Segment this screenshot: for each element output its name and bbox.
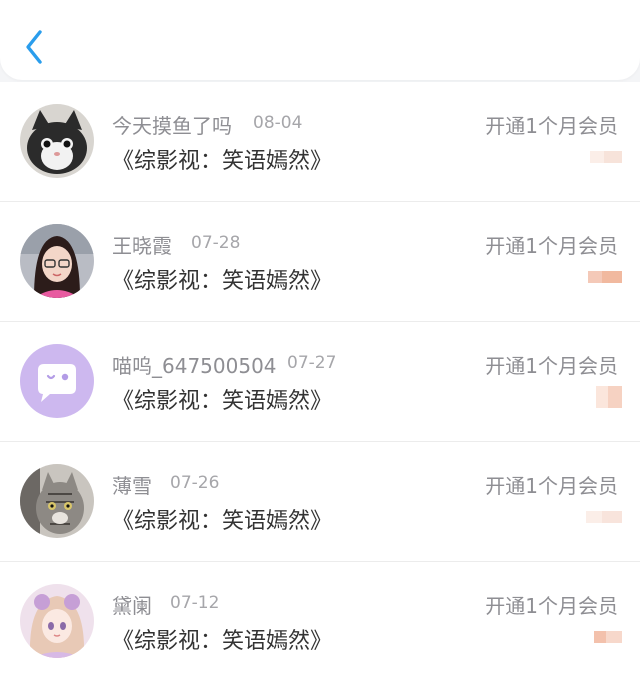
back-button[interactable] <box>14 24 54 68</box>
redacted-amount <box>582 628 622 646</box>
tabby-cat-avatar-icon[interactable] <box>20 464 94 538</box>
chevron-left-icon <box>26 30 42 64</box>
top-bar <box>0 0 640 80</box>
list-item[interactable]: 黛阑 07-12 《综影视：笑语嫣然》 开通1个月会员 <box>0 561 640 681</box>
record-date: 07-27 <box>287 353 337 373</box>
redacted-amount <box>582 148 622 166</box>
default-chat-bubble-avatar-icon[interactable] <box>20 344 94 418</box>
membership-action: 开通1个月会员 <box>485 594 618 618</box>
record-date: 07-12 <box>170 593 220 613</box>
list-item[interactable]: 今天摸鱼了吗 08-04 《综影视：笑语嫣然》 开通1个月会员 <box>0 82 640 201</box>
redacted-amount <box>582 386 622 408</box>
username: 王晓霞 <box>112 234 172 258</box>
redacted-amount <box>582 508 622 526</box>
list-item[interactable]: 王晓霞 07-28 《综影视：笑语嫣然》 开通1个月会员 <box>0 201 640 321</box>
username: 黛阑 <box>112 594 152 618</box>
username: 喵呜_647500504 <box>112 354 277 378</box>
membership-action: 开通1个月会员 <box>485 234 618 258</box>
book-title: 《综影视：笑语嫣然》 <box>112 389 333 414</box>
redacted-amount <box>582 268 622 286</box>
record-date: 07-26 <box>170 473 220 493</box>
record-date: 07-28 <box>191 233 241 253</box>
cat-avatar-icon[interactable] <box>20 104 94 178</box>
record-date: 08-04 <box>253 113 303 133</box>
membership-action: 开通1个月会员 <box>485 114 618 138</box>
book-title: 《综影视：笑语嫣然》 <box>112 629 333 654</box>
book-title: 《综影视：笑语嫣然》 <box>112 509 333 534</box>
book-title: 《综影视：笑语嫣然》 <box>112 149 333 174</box>
list-item[interactable]: 喵呜_647500504 07-27 《综影视：笑语嫣然》 开通1个月会员 <box>0 321 640 441</box>
membership-action: 开通1个月会员 <box>485 354 618 378</box>
girl-photo-avatar-icon[interactable] <box>20 224 94 298</box>
username: 今天摸鱼了吗 <box>112 114 232 138</box>
book-title: 《综影视：笑语嫣然》 <box>112 269 333 294</box>
membership-record-list: 今天摸鱼了吗 08-04 《综影视：笑语嫣然》 开通1个月会员 王晓霞 07-2… <box>0 82 640 681</box>
list-item[interactable]: 薄雪 07-26 《综影视：笑语嫣然》 开通1个月会员 <box>0 441 640 561</box>
membership-action: 开通1个月会员 <box>485 474 618 498</box>
username: 薄雪 <box>112 474 152 498</box>
anime-girl-avatar-icon[interactable] <box>20 584 94 658</box>
